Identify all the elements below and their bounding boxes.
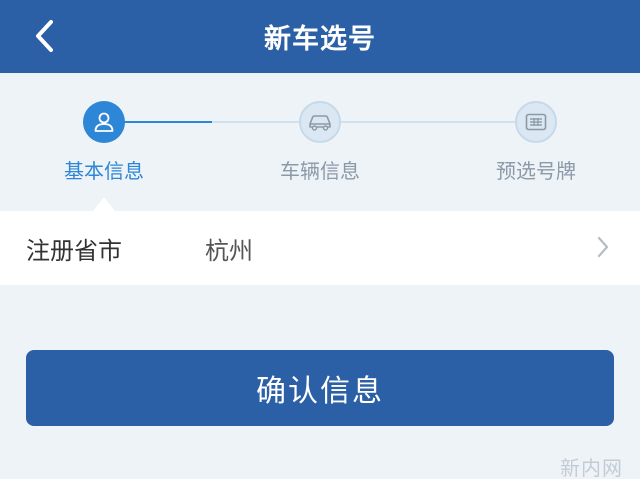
step-progress: 基本信息 车辆信息 预选号牌: [0, 73, 640, 211]
car-icon: [309, 115, 331, 131]
watermark: 新内网: [560, 456, 623, 479]
step-vehicle-info: [299, 101, 341, 143]
registration-city-value: 杭州: [205, 236, 253, 265]
step-label-plate-selection: 预选号牌: [496, 159, 576, 183]
step-label-basic-info: 基本信息: [64, 159, 144, 183]
registration-city-row[interactable]: 注册省市 杭州: [0, 211, 640, 285]
active-step-pointer: [93, 197, 115, 211]
confirm-button[interactable]: 确认信息: [26, 350, 614, 426]
chevron-right-icon: [597, 236, 609, 258]
step-connector-done: [124, 121, 212, 123]
step-label-vehicle-info: 车辆信息: [280, 159, 360, 183]
step-plate-selection: [515, 101, 557, 143]
user-icon: [94, 112, 114, 132]
back-button[interactable]: [22, 14, 66, 58]
step-basic-info: [83, 101, 125, 143]
step-connector-pending: [340, 121, 516, 123]
app-header: 新车选号: [0, 0, 640, 73]
step-connector-pending: [212, 121, 300, 123]
registration-city-label: 注册省市: [26, 236, 122, 265]
chevron-left-icon: [36, 20, 53, 52]
page-title: 新车选号: [264, 24, 376, 55]
license-plate-icon: [525, 113, 547, 131]
